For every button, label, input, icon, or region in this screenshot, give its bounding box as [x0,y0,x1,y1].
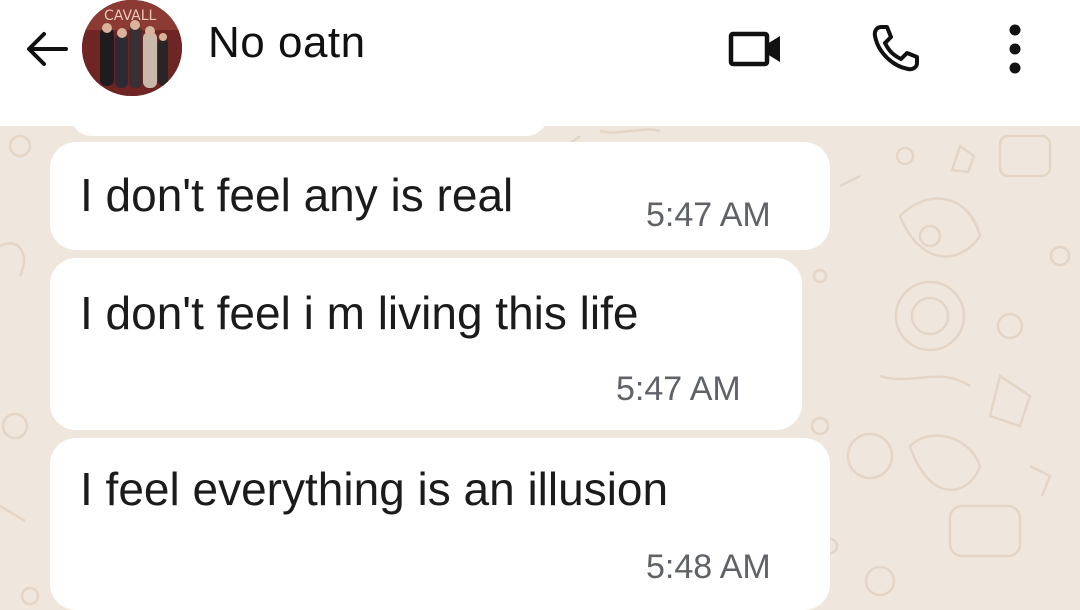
message-bubble[interactable]: I don't feel any is real 5:47 AM [50,142,830,250]
previous-message-bubble [70,126,548,136]
phone-call-icon [872,25,919,72]
message-text: I don't feel any is real [80,169,514,221]
message-text: I don't feel i m living this life [80,287,639,339]
chat-screen: CAVALL No oatn I don't feel any is real … [0,0,1080,610]
message-list[interactable]: I don't feel any is real 5:47 AM I don't… [0,126,1080,610]
video-call-button[interactable] [720,14,790,84]
more-options-button[interactable] [980,14,1050,84]
message-timestamp: 5:48 AM [646,548,771,586]
message-timestamp: 5:47 AM [616,370,741,408]
back-arrow-icon [27,32,68,66]
contact-name[interactable]: No oatn [208,18,366,68]
back-button[interactable] [18,20,76,78]
chat-header: CAVALL No oatn [0,0,1080,126]
message-timestamp: 5:47 AM [646,196,771,234]
message-bubble[interactable]: I don't feel i m living this life 5:47 A… [50,258,802,430]
voice-call-button[interactable] [860,14,930,84]
message-text: I feel everything is an illusion [80,463,669,515]
more-vertical-icon [1009,24,1021,74]
avatar[interactable]: CAVALL [82,0,182,96]
svg-text:CAVALL: CAVALL [104,8,157,24]
message-bubble[interactable]: I feel everything is an illusion 5:48 AM [50,438,830,610]
video-call-icon [728,31,780,67]
